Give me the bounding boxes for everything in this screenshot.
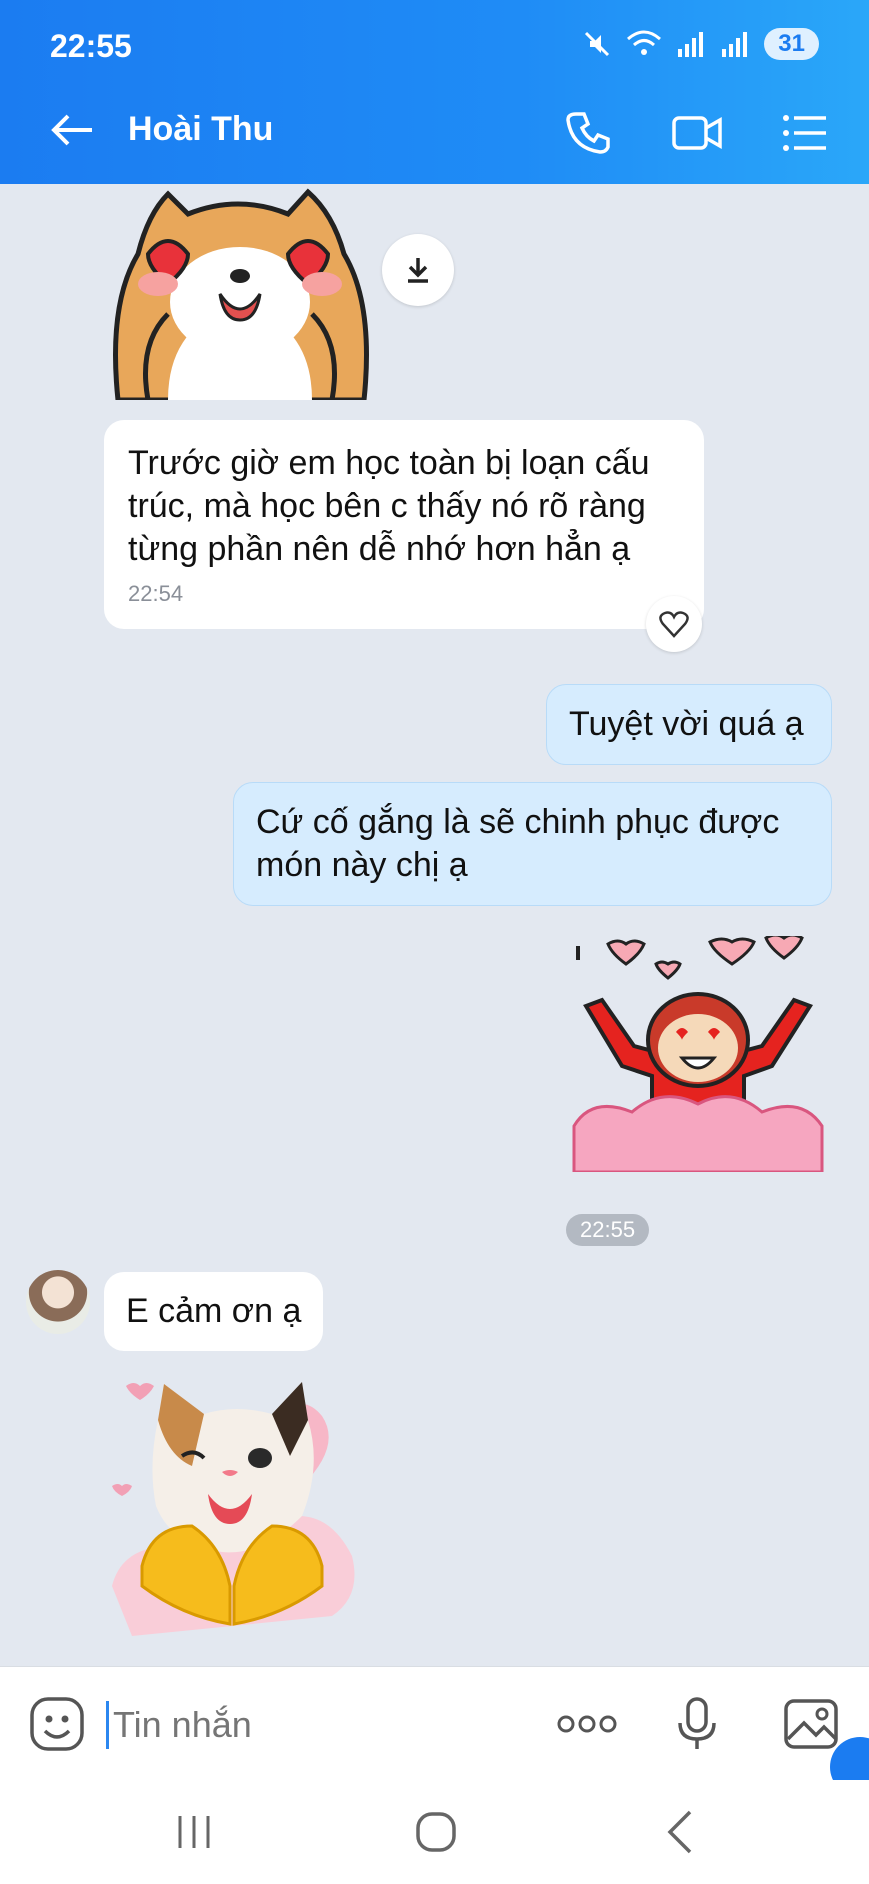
contact-name[interactable]: Hoài Thu [128, 110, 273, 149]
shiba-dog-sticker[interactable] [108, 184, 372, 400]
time-divider: 22:55 [566, 1214, 650, 1246]
image-gallery-icon[interactable] [782, 1695, 840, 1753]
message-text: Tuyệt vời quá ạ [569, 705, 804, 743]
chat-header: 22:55 31 Hoài Thu [0, 0, 869, 184]
message-input[interactable] [106, 1701, 526, 1749]
monkey-hearts-sticker[interactable] [572, 936, 824, 1172]
sticker-emoji-icon[interactable] [28, 1695, 86, 1753]
back-nav-icon[interactable] [650, 1804, 710, 1860]
menu-list-icon[interactable] [778, 106, 832, 160]
message-text: Cứ cố gắng là sẽ chinh phục được món này… [256, 803, 780, 884]
chat-area[interactable]: Trước giờ em học toàn bị loạn cấu trúc, … [0, 184, 869, 1666]
phone-icon[interactable] [562, 106, 616, 160]
incoming-message-bubble[interactable]: Trước giờ em học toàn bị loạn cấu trúc, … [104, 420, 704, 629]
incoming-message-bubble[interactable]: E cảm ơn ạ [104, 1272, 324, 1351]
wifi-icon [627, 30, 662, 55]
status-icons: 31 [582, 28, 819, 60]
message-input-bar [0, 1666, 869, 1797]
cat-heart-sticker[interactable] [112, 1376, 372, 1636]
more-options-icon[interactable] [556, 1695, 618, 1753]
video-call-icon[interactable] [670, 106, 724, 160]
outgoing-message-bubble[interactable]: Cứ cố gắng là sẽ chinh phục được món này… [233, 782, 832, 906]
message-text: E cảm ơn ạ [126, 1292, 302, 1330]
like-button[interactable] [646, 596, 702, 652]
contact-avatar[interactable] [26, 1270, 90, 1334]
status-time: 22:55 [50, 28, 132, 64]
signal-icon-2 [722, 32, 748, 57]
back-arrow-icon[interactable] [48, 106, 96, 154]
heart-icon [659, 611, 689, 638]
message-time: 22:54 [128, 581, 184, 606]
mute-icon [585, 31, 610, 57]
system-nav-bar [0, 1780, 869, 1884]
battery-indicator: 31 [764, 28, 819, 60]
download-button[interactable] [382, 234, 454, 306]
recent-apps-icon[interactable] [164, 1804, 224, 1860]
signal-icon [678, 32, 704, 57]
microphone-icon[interactable] [668, 1695, 726, 1753]
outgoing-message-bubble[interactable]: Tuyệt vời quá ạ [546, 684, 832, 765]
home-icon[interactable] [406, 1804, 466, 1860]
message-text: Trước giờ em học toàn bị loạn cấu trúc, … [128, 444, 650, 568]
download-icon [408, 258, 428, 283]
